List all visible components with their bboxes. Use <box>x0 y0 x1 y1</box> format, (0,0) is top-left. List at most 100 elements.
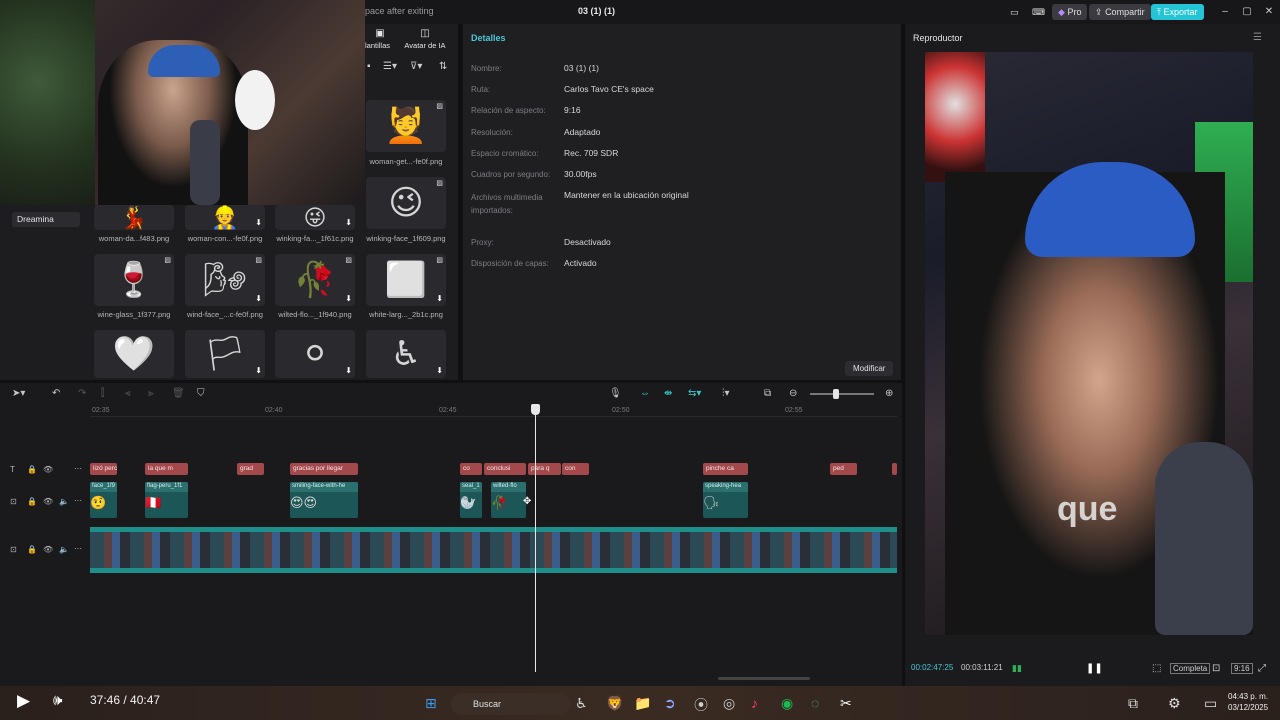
download-icon[interactable]: ⬇ <box>436 366 443 375</box>
tab-templates[interactable]: ▣ Plantillas <box>365 28 395 50</box>
fit-button[interactable]: Completa <box>1170 663 1211 674</box>
fullscreen-icon[interactable]: ⤢ <box>1258 663 1266 674</box>
play-icon[interactable]: ▶ <box>17 691 30 711</box>
settings-icon[interactable]: ⚙ <box>1168 695 1181 712</box>
zoom-slider[interactable] <box>810 393 874 395</box>
pro-button[interactable]: ◆ Pro <box>1052 4 1088 20</box>
sidebar-item-dreamina[interactable]: Dreamina <box>12 212 80 227</box>
media-thumb[interactable]: 💃 <box>94 205 174 230</box>
media-thumb[interactable]: 🏳 ⬇ <box>185 330 265 378</box>
volume-icon[interactable]: 🔈 <box>59 497 69 506</box>
media-thumb[interactable]: ♿ ⬇ <box>366 330 446 378</box>
playhead[interactable] <box>535 404 536 672</box>
download-icon[interactable]: ⬇ <box>255 218 262 227</box>
select-tool-icon[interactable]: ➤▾ <box>12 388 25 399</box>
volume-icon[interactable]: 🔈 <box>59 545 69 554</box>
crop-icon[interactable]: ⬚ <box>1152 663 1161 674</box>
spotify-icon[interactable]: ◉ <box>781 695 793 712</box>
app-icon[interactable]: ◌ <box>811 695 819 711</box>
align-icon[interactable]: ⫶▾ <box>722 388 730 399</box>
select-all-icon[interactable]: ▪ <box>367 61 371 72</box>
sticker-clip[interactable]: wilted-flo 🥀 <box>491 482 526 518</box>
link-icon[interactable]: ⇼ <box>664 388 672 399</box>
lock-icon[interactable]: 🔒 <box>27 497 37 506</box>
filter-icon[interactable]: ⊽▾ <box>410 61 422 72</box>
media-thumb[interactable]: ⚪ ⬇ <box>275 330 355 378</box>
text-clip[interactable]: la que m <box>145 463 188 475</box>
zoom-slider-handle[interactable] <box>833 389 839 399</box>
eye-icon[interactable]: 👁 <box>43 497 53 506</box>
preview-axis-icon[interactable]: ⇆▾ <box>688 388 701 399</box>
main-video-track[interactable] <box>90 527 897 573</box>
layout-icon[interactable]: ▭ <box>1004 4 1025 20</box>
media-thumb[interactable]: 🥀 ▨ ⬇ <box>275 254 355 306</box>
widget-icon[interactable]: ♿ <box>575 695 588 712</box>
taskbar-search[interactable]: Buscar <box>451 693 571 715</box>
display-icon[interactable]: ▭ <box>1204 695 1217 712</box>
eye-icon[interactable]: 👁 <box>43 465 53 474</box>
more-icon[interactable]: ⋯ <box>74 544 82 553</box>
media-thumb[interactable]: ⬜ ▨ ⬇ <box>366 254 446 306</box>
zoom-out-icon[interactable]: ⊖ <box>789 388 797 399</box>
tiktok-icon[interactable]: ♪ <box>751 695 758 711</box>
capcut-icon[interactable]: ✂ <box>840 695 852 712</box>
text-clip[interactable] <box>892 463 897 475</box>
undo-icon[interactable]: ↶ <box>52 388 60 399</box>
zoom-in-icon[interactable]: ⊕ <box>885 388 893 399</box>
media-thumb[interactable]: 👷 ⬇ <box>185 205 265 230</box>
windows-start-icon[interactable]: ⊞ <box>425 695 437 712</box>
sticker-clip[interactable]: speaking-hea 🗣 <box>703 482 748 518</box>
menu-icon[interactable]: ☰ <box>1253 32 1262 43</box>
text-clip[interactable]: co <box>460 463 482 475</box>
download-icon[interactable]: ⬇ <box>345 366 352 375</box>
maximize-icon[interactable]: ▢ <box>1240 5 1254 19</box>
share-button[interactable]: ⇪ Compartir <box>1089 4 1151 20</box>
download-icon[interactable]: ⬇ <box>255 294 262 303</box>
media-thumb[interactable]: 🤍 <box>94 330 174 378</box>
split-icon[interactable]: ⫿ <box>101 388 104 399</box>
download-icon[interactable]: ⬇ <box>255 366 262 375</box>
media-thumb[interactable]: 😉 ▨ <box>366 177 446 229</box>
tab-ai-avatar[interactable]: ◫ Avatar de IA <box>395 28 455 50</box>
close-icon[interactable]: ✕ <box>1262 5 1276 19</box>
split-right-icon[interactable]: ⫸ <box>148 388 154 399</box>
split-left-icon[interactable]: ⫷ <box>125 388 131 399</box>
download-icon[interactable]: ⬇ <box>345 294 352 303</box>
list-view-icon[interactable]: ☰▾ <box>383 61 397 72</box>
text-clip[interactable]: ped <box>830 463 857 475</box>
sort-icon[interactable]: ⇅ <box>439 61 447 72</box>
media-thumb[interactable]: 💆 ▨ <box>366 100 446 152</box>
sticker-clip[interactable]: face_1f9 🤨 <box>90 482 117 518</box>
text-clip[interactable]: lizó perc <box>90 463 117 475</box>
export-button[interactable]: ⤒ Exportar <box>1151 4 1204 20</box>
sticker-clip[interactable]: smiling-face-with-he 😍😍 <box>290 482 358 518</box>
magnet-icon[interactable]: ⇔ <box>640 388 650 399</box>
timeline-scrollbar[interactable] <box>718 677 810 680</box>
download-icon[interactable]: ⬇ <box>436 294 443 303</box>
shortcut-icon[interactable]: ⌨ <box>1026 4 1051 20</box>
media-thumb[interactable]: 🍷 ▨ <box>94 254 174 306</box>
text-clip[interactable]: con <box>562 463 589 475</box>
more-icon[interactable]: ⋯ <box>74 464 82 473</box>
sticker-clip[interactable]: flag-peru_1f1 🇵🇪 <box>145 482 188 518</box>
eye-icon[interactable]: 👁 <box>43 545 53 554</box>
lock-icon[interactable]: 🔒 <box>27 465 37 474</box>
media-thumb[interactable]: 🌬 ▨ ⬇ <box>185 254 265 306</box>
marker-icon[interactable]: ⛉ <box>197 388 205 399</box>
app-icon[interactable]: ➲ <box>664 695 676 712</box>
brave-icon[interactable]: 🦁 <box>606 695 623 712</box>
minimize-icon[interactable]: – <box>1218 5 1232 19</box>
focus-icon[interactable]: ⊡ <box>1212 663 1220 674</box>
obs-icon[interactable]: ◎ <box>723 695 735 712</box>
modify-button[interactable]: Modificar <box>845 361 894 376</box>
video-preview[interactable] <box>925 52 1253 635</box>
text-clip[interactable]: pinche ca <box>703 463 748 475</box>
text-clip[interactable]: conclusi <box>484 463 526 475</box>
media-thumb[interactable]: 😜 ⬇ <box>275 205 355 230</box>
file-explorer-icon[interactable]: 📁 <box>634 695 651 712</box>
app-icon[interactable]: ⦿ <box>694 695 708 715</box>
volume-icon[interactable]: 🕪 <box>53 692 62 709</box>
pause-icon[interactable]: ❚❚ <box>1086 663 1103 674</box>
delete-icon[interactable]: 🗑 <box>172 388 185 399</box>
more-icon[interactable]: ⋯ <box>74 496 82 505</box>
